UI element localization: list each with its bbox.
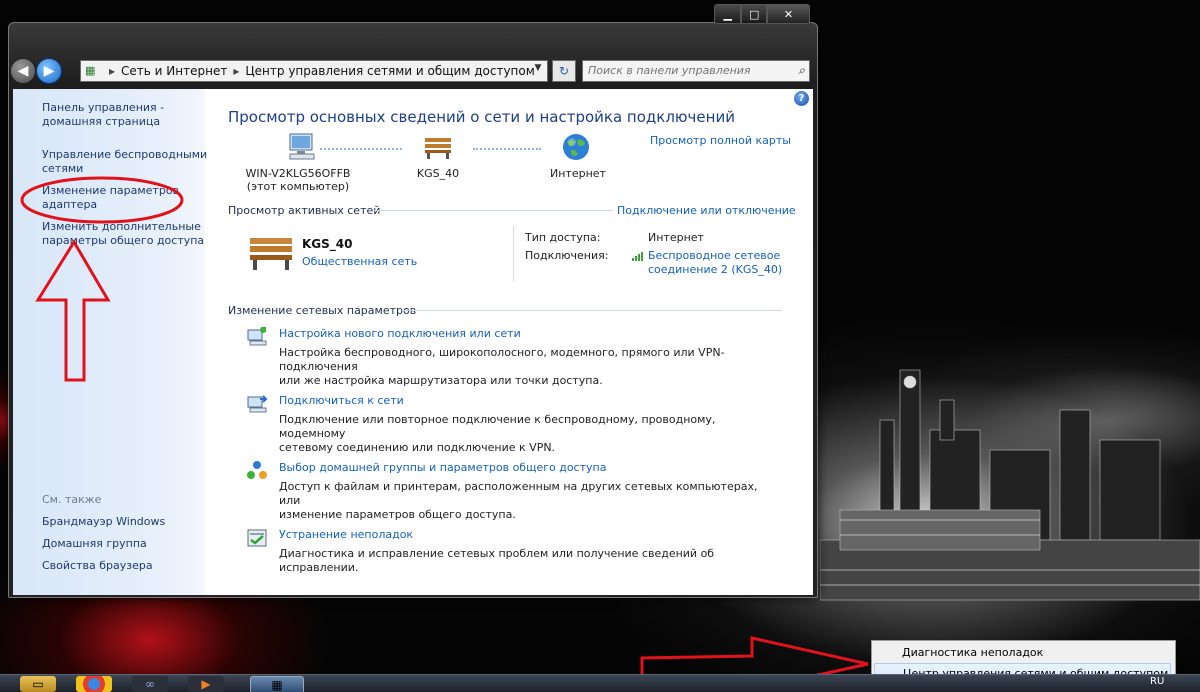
section-divider <box>373 210 613 211</box>
wifi-signal-icon <box>632 252 643 261</box>
sidebar-link-line: Панель управления - <box>42 101 165 114</box>
access-type-label: Тип доступа: <box>525 231 601 244</box>
see-also-browser-properties[interactable]: Свойства браузера <box>42 559 153 573</box>
sidebar-link-line: параметры общего доступа <box>42 234 205 247</box>
tray-language[interactable]: RU <box>1150 676 1164 687</box>
search-input[interactable] <box>583 61 778 79</box>
connection-line: соединение 2 (KGS_40) <box>648 263 783 276</box>
active-networks-heading: Просмотр активных сетей <box>228 204 381 217</box>
help-icon[interactable]: ? <box>794 91 809 106</box>
sidebar-link-line: Управление беспроводными <box>42 148 208 161</box>
task-troubleshoot-desc: Диагностика и исправление сетевых пробле… <box>279 547 779 575</box>
task-desc-line: сетевому соединению или подключение к VP… <box>279 441 556 454</box>
new-connection-icon <box>247 327 267 346</box>
see-also-homegroup[interactable]: Домашняя группа <box>42 537 147 551</box>
bench-network-icon <box>425 138 451 159</box>
see-also-label: См. также <box>42 493 102 506</box>
map-computer-label[interactable]: WIN-V2KLG56OFFB (этот компьютер) <box>238 167 358 193</box>
task-desc-line: Доступ к файлам и принтерам, расположенн… <box>279 480 758 507</box>
sidebar-link-control-panel-home[interactable]: Панель управления - домашняя страница <box>42 101 164 129</box>
back-button[interactable]: ◀ <box>10 58 36 84</box>
task-troubleshoot-link[interactable]: Устранение неполадок <box>279 528 413 541</box>
change-settings-heading: Изменение сетевых параметров <box>228 304 417 317</box>
task-homegroup-link[interactable]: Выбор домашней группы и параметров общег… <box>279 461 606 474</box>
task-new-connection-link[interactable]: Настройка нового подключения или сети <box>279 327 521 340</box>
connect-disconnect-link[interactable]: Подключение или отключение <box>617 204 796 217</box>
media-player-icon[interactable]: ▶ <box>188 676 224 692</box>
explorer-icon[interactable]: ▭ <box>20 676 56 692</box>
map-connection-line <box>320 148 402 150</box>
control-panel-taskbar-button[interactable]: ▦ <box>250 676 304 692</box>
app-icon[interactable]: ∞ <box>132 676 168 692</box>
breadcrumb-separator-icon: ▸ <box>109 64 116 78</box>
task-desc-line: изменение параметров общего доступа. <box>279 508 516 521</box>
search-icon[interactable]: ⌕ <box>798 63 805 78</box>
address-dropdown-icon[interactable]: ▼ <box>531 63 545 73</box>
menu-item-diagnose[interactable]: Диагностика неполадок <box>902 643 1172 663</box>
section-divider <box>402 310 782 311</box>
window-caption-buttons: ▁ □ ✕ <box>714 4 811 24</box>
map-connection-line <box>473 148 541 150</box>
breadcrumb-separator-icon: ▸ <box>233 64 240 78</box>
full-map-link[interactable]: Просмотр полной карты <box>650 134 791 147</box>
sidebar-link-line: Изменить дополнительные <box>42 220 201 233</box>
breadcrumb-item[interactable]: Сеть и Интернет <box>121 64 227 78</box>
map-network-label[interactable]: KGS_40 <box>398 167 478 180</box>
computer-name: WIN-V2KLG56OFFB <box>245 167 351 180</box>
task-connect-desc: Подключение или повторное подключение к … <box>279 413 779 455</box>
task-new-connection-desc: Настройка беспроводного, широкополосного… <box>279 346 779 388</box>
refresh-button[interactable]: ↻ <box>552 60 576 82</box>
chrome-icon[interactable] <box>76 676 112 692</box>
task-homegroup-desc: Доступ к файлам и принтерам, расположенн… <box>279 480 779 522</box>
see-also-firewall[interactable]: Брандмауэр Windows <box>42 515 165 529</box>
breadcrumb-item[interactable]: Центр управления сетями и общим доступом <box>245 64 534 78</box>
vertical-divider <box>513 226 514 282</box>
connections-label: Подключения: <box>525 249 609 262</box>
task-desc-line: или же настройка маршрутизатора или точк… <box>279 374 603 387</box>
city-skyline-wallpaper <box>820 369 1200 601</box>
task-desc-line: Диагностика и исправление сетевых пробле… <box>279 547 715 574</box>
wireless-connection-link[interactable]: Беспроводное сетевое соединение 2 (KGS_4… <box>648 249 782 277</box>
bench-network-large-icon <box>250 238 292 270</box>
internet-globe-icon <box>563 134 589 160</box>
task-desc-line: Подключение или повторное подключение к … <box>279 413 716 440</box>
task-connect-link[interactable]: Подключиться к сети <box>279 394 404 407</box>
sidebar-link-advanced-sharing[interactable]: Изменить дополнительные параметры общего… <box>42 220 204 248</box>
computer-sub: (этот компьютер) <box>246 180 350 193</box>
maximize-button[interactable]: □ <box>741 4 767 24</box>
sidebar-link-manage-wireless[interactable]: Управление беспроводными сетями <box>42 148 207 176</box>
sidebar-link-line: адаптера <box>42 198 98 211</box>
network-type-link[interactable]: Общественная сеть <box>302 255 417 268</box>
sidebar-link-line: сетями <box>42 162 84 175</box>
minimize-button[interactable]: ▁ <box>714 4 742 24</box>
forward-button[interactable]: ▶ <box>36 58 62 84</box>
network-center-icon: ▦ <box>85 64 96 77</box>
task-desc-line: Настройка беспроводного, широкополосного… <box>279 346 725 373</box>
sidebar-link-line: Изменение параметров <box>42 184 180 197</box>
connection-line: Беспроводное сетевое <box>648 249 781 262</box>
access-type-value: Интернет <box>648 231 704 244</box>
homegroup-icon <box>247 461 267 479</box>
close-button[interactable]: ✕ <box>766 4 811 24</box>
address-bar[interactable]: ▦ ▸ Сеть и Интернет ▸ Центр управления с… <box>80 60 548 82</box>
page-title: Просмотр основных сведений о сети и наст… <box>228 108 735 126</box>
sidebar-link-line: домашняя страница <box>42 115 161 128</box>
sidebar-link-change-adapter-settings[interactable]: Изменение параметров адаптера <box>42 184 179 212</box>
connect-to-network-icon <box>247 395 268 413</box>
map-internet-label[interactable]: Интернет <box>538 167 618 180</box>
active-network-name: KGS_40 <box>302 237 353 251</box>
taskbar <box>0 674 1200 692</box>
troubleshoot-icon <box>247 529 267 547</box>
computer-icon <box>289 133 315 160</box>
search-box[interactable]: ⌕ <box>582 60 810 82</box>
